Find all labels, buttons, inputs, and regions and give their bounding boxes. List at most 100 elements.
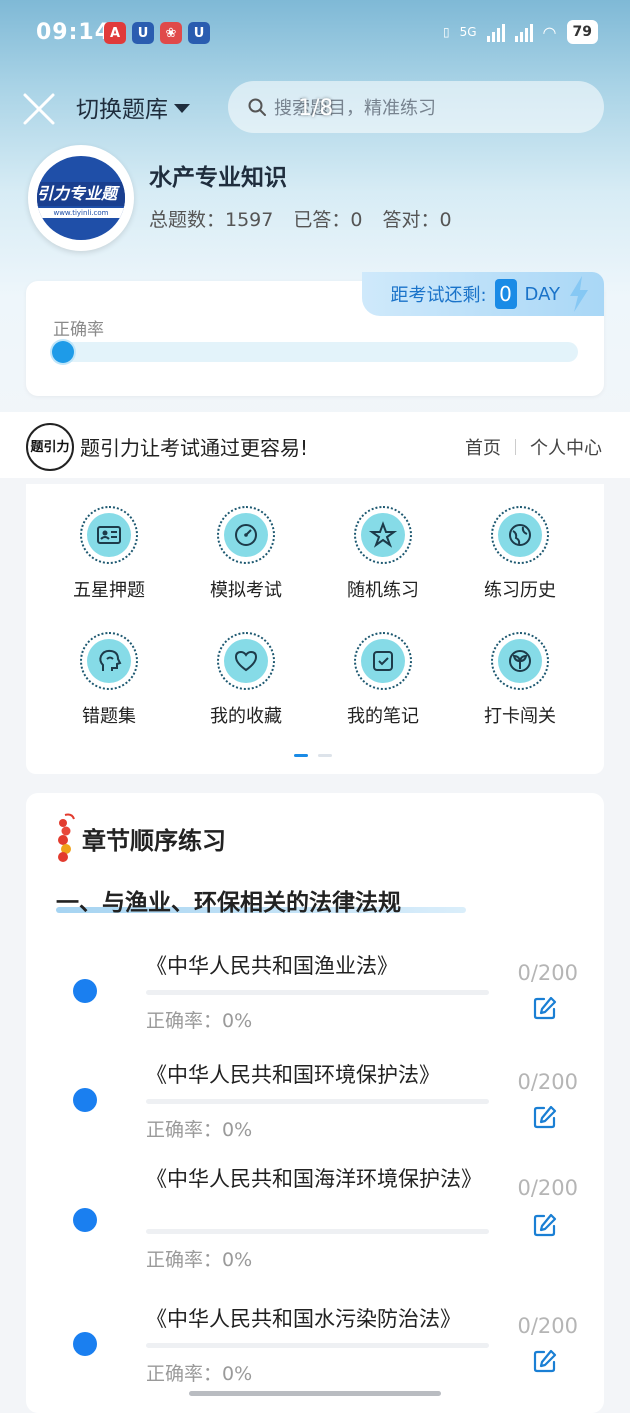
edit-icon[interactable]: [532, 1212, 558, 1238]
sprout-icon: [509, 650, 531, 672]
feature-heart[interactable]: 我的收藏: [181, 632, 311, 728]
chapter-heading: 章节顺序练习: [54, 813, 226, 863]
total-count: 总题数：1597: [149, 209, 274, 231]
logo-text: 引力专业题: [37, 182, 125, 206]
globe-icon: [509, 524, 531, 546]
feature-head-profile[interactable]: 错题集: [44, 632, 174, 728]
chapter-accuracy: 正确率：0%: [146, 1363, 253, 1385]
edit-icon[interactable]: [532, 1348, 558, 1374]
status-bar: 09:14 A U ❀ U ▯ 5G ◠ 79: [0, 0, 630, 70]
chapter-dot: [73, 1332, 97, 1356]
feature-shuffle-star[interactable]: 随机练习: [318, 506, 448, 602]
nav-divider: [515, 439, 516, 455]
accuracy-progress-knob: [52, 341, 74, 363]
feature-label: 模拟考试: [210, 580, 282, 601]
chapter-count: 0/200: [517, 1070, 578, 1094]
feature-id-card[interactable]: 五星押题: [44, 506, 174, 602]
exam-countdown-unit: DAY: [524, 283, 560, 305]
accuracy-card: 距考试还剩: 0 DAY 正确率: [26, 272, 604, 396]
chapter-progress-bar: [146, 990, 489, 995]
chapter-title: 《中华人民共和国海洋环境保护法》: [146, 1167, 482, 1191]
page-dot[interactable]: [318, 754, 332, 757]
heart-icon: [234, 650, 258, 672]
chapter-title: 《中华人民共和国水污染防治法》: [146, 1307, 461, 1331]
accuracy-progress-bar: [52, 341, 578, 363]
chapter-progress-bar: [146, 1343, 489, 1348]
status-time: 09:14: [36, 20, 112, 45]
bank-stats: 总题数：1597 已答：0 答对：0: [149, 205, 452, 232]
speedometer-icon: [235, 524, 257, 546]
feature-ring: [354, 632, 412, 690]
feature-label: 我的笔记: [347, 706, 419, 727]
chapter-row[interactable]: 《中华人民共和国水污染防治法》 正确率：0% 0/200: [26, 1306, 604, 1398]
feature-ring: [354, 506, 412, 564]
chapter-heading-text: 章节顺序练习: [82, 826, 226, 855]
feature-ring: [217, 632, 275, 690]
feature-circle: [224, 513, 268, 557]
caret-down-icon: [174, 103, 190, 113]
feature-label: 五星押题: [73, 580, 145, 601]
feature-sprout[interactable]: 打卡闯关: [455, 632, 585, 728]
edit-icon[interactable]: [532, 1104, 558, 1130]
exam-countdown-tag[interactable]: 距考试还剩: 0 DAY: [362, 272, 604, 316]
chapter-dot: [73, 1208, 97, 1232]
head-profile-icon: [99, 649, 122, 671]
search-input[interactable]: 搜索题目，精准练习: [228, 81, 604, 133]
notification-icons: A U ❀ U: [104, 22, 210, 44]
nav-profile[interactable]: 个人中心: [530, 434, 602, 460]
feature-note-check[interactable]: 我的笔记: [318, 632, 448, 728]
feature-ring: [80, 506, 138, 564]
chapter-progress-bar: [146, 1099, 489, 1104]
feature-ring: [80, 632, 138, 690]
network-label: 5G: [459, 25, 477, 39]
chapter-count: 0/200: [517, 961, 578, 985]
chapter-row[interactable]: 《中华人民共和国海洋环境保护法》 正确率：0% 0/200: [26, 1166, 604, 1284]
home-indicator[interactable]: [189, 1391, 441, 1396]
page-indicator: 1/8: [298, 96, 334, 121]
logo-url: www.tiyinli.com: [37, 208, 125, 218]
edit-icon[interactable]: [532, 995, 558, 1021]
feature-speedometer[interactable]: 模拟考试: [181, 506, 311, 602]
chapter-row[interactable]: 《中华人民共和国环境保护法》 正确率：0% 0/200: [26, 1062, 604, 1154]
answered-count: 已答：0: [293, 209, 363, 231]
feature-globe[interactable]: 练习历史: [455, 506, 585, 602]
brand-logo: 题引力: [26, 423, 74, 471]
feature-label: 练习历史: [484, 580, 556, 601]
wifi-icon: ◠: [542, 22, 557, 42]
search-icon: [248, 98, 266, 116]
switch-bank-label: 切换题库: [76, 97, 168, 123]
id-card-icon: [97, 526, 121, 544]
chapter-dot: [73, 979, 97, 1003]
feature-ring: [491, 506, 549, 564]
switch-bank-button[interactable]: 切换题库: [76, 90, 190, 124]
page-dot-active[interactable]: [294, 754, 308, 757]
feature-circle: [361, 639, 405, 683]
battery-icon: 79: [566, 20, 598, 44]
feature-circle: [361, 513, 405, 557]
note-check-icon: [373, 651, 393, 671]
chapter-title: 《中华人民共和国环境保护法》: [146, 1063, 440, 1087]
feature-circle: [498, 639, 542, 683]
chapter-progress-bar: [146, 1229, 489, 1234]
lightning-icon: [570, 276, 588, 312]
vibrate-icon: ▯: [443, 25, 450, 39]
system-icons: ▯ 5G ◠ 79: [443, 20, 598, 44]
chapter-row[interactable]: 《中华人民共和国渔业法》 正确率：0% 0/200: [26, 953, 604, 1045]
chapter-accuracy: 正确率：0%: [146, 1119, 253, 1141]
bank-title: 水产专业知识: [149, 165, 287, 191]
shuffle-star-icon: [368, 521, 398, 548]
chapter-accuracy: 正确率：0%: [146, 1249, 253, 1271]
bank-logo: 引力专业题 www.tiyinli.com: [28, 145, 134, 251]
chapter-count: 0/200: [517, 1314, 578, 1338]
signal-icon-2: [514, 22, 533, 42]
red-app-icon: ❀: [160, 22, 182, 44]
slogan-bar: 题引力 题引力让考试通过更容易! 首页 个人中心: [0, 412, 630, 478]
feature-label: 随机练习: [347, 580, 419, 601]
nav-home[interactable]: 首页: [465, 434, 501, 460]
lottery-app-icon: A: [104, 22, 126, 44]
accuracy-label: 正确率: [53, 320, 104, 340]
section-title: 一、与渔业、环保相关的法律法规: [56, 890, 401, 916]
close-icon[interactable]: [22, 92, 56, 126]
slogan-text: 题引力让考试通过更容易!: [80, 436, 309, 460]
feature-label: 错题集: [82, 706, 136, 727]
